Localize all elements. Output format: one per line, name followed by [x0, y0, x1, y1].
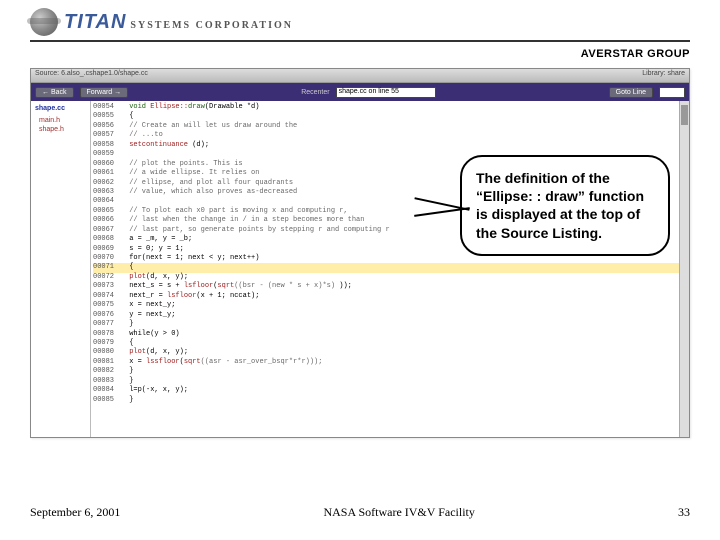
title-left: Source: 6.also_.cshape1.0/shape.cc	[35, 70, 148, 81]
brand-main: TITAN	[64, 11, 126, 34]
code-line: 00080 plot(d, x, y);	[93, 348, 687, 357]
code-line: 00078 while(y > 0)	[93, 330, 687, 339]
code-line: 00079 {	[93, 339, 687, 348]
goto-line-input[interactable]	[659, 87, 685, 98]
code-line: 00072 plot(d, x, y);	[93, 273, 687, 282]
code-line: 00071 {	[93, 263, 687, 272]
code-line: 00073 next_s = s + lsfloor(sqrt((bsr - (…	[93, 282, 687, 291]
page-number: 33	[678, 505, 690, 520]
scroll-thumb[interactable]	[681, 105, 688, 125]
source-listing: 00054 void Ellipse::draw(Drawable *d)000…	[91, 101, 689, 437]
code-line: 00054 void Ellipse::draw(Drawable *d)	[93, 103, 687, 112]
code-line: 00084 l=p(-x, x, y);	[93, 386, 687, 395]
brand-sub: SYSTEMS CORPORATION	[130, 20, 293, 31]
goto-line-button[interactable]: Goto Line	[609, 87, 653, 98]
title-right: Library: share	[642, 70, 685, 81]
file-tree-item[interactable]: shape.h	[39, 125, 86, 134]
code-line: 00075 x = next_y;	[93, 301, 687, 310]
recenter-label: Recenter	[301, 89, 329, 96]
window-titlebar: Source: 6.also_.cshape1.0/shape.cc Libra…	[31, 69, 689, 83]
code-line: 00055 {	[93, 112, 687, 121]
code-line: 00085 }	[93, 396, 687, 405]
file-tree-item[interactable]: main.h	[39, 116, 86, 125]
toolbar: ← Back Forward → Recenter shape.cc on li…	[31, 83, 689, 101]
code-line: 00057 // ...to	[93, 131, 687, 140]
file-tree-header[interactable]: shape.cc	[35, 105, 86, 112]
code-line: 00076 y = next_y;	[93, 311, 687, 320]
globe-icon	[30, 8, 58, 36]
code-line: 00082 }	[93, 367, 687, 376]
slide-header: TITAN SYSTEMS CORPORATION	[0, 0, 720, 40]
forward-button[interactable]: Forward →	[80, 87, 129, 98]
code-line: 00077 }	[93, 320, 687, 329]
file-tree: shape.cc main.h shape.h	[31, 101, 91, 437]
footer-center: NASA Software IV&V Facility	[323, 505, 474, 520]
recenter-input[interactable]: shape.cc on line 55	[336, 87, 436, 98]
code-line: 00083 }	[93, 377, 687, 386]
group-label: AVERSTAR GROUP	[0, 42, 720, 68]
code-line: 00058 setcontinuance (d);	[93, 141, 687, 150]
code-line: 00056 // Create an will let us draw arou…	[93, 122, 687, 131]
back-button[interactable]: ← Back	[35, 87, 74, 98]
code-line: 00081 x = lssfloor(sqrt((asr - asr_over_…	[93, 358, 687, 367]
logo: TITAN SYSTEMS CORPORATION	[30, 8, 293, 36]
callout-bubble: The definition of the “Ellipse: : draw” …	[460, 155, 670, 256]
scrollbar[interactable]	[679, 101, 689, 437]
slide-footer: September 6, 2001 NASA Software IV&V Fac…	[0, 505, 720, 520]
footer-date: September 6, 2001	[30, 505, 120, 520]
code-line: 00074 next_r = lsfloor(x + 1; nccat);	[93, 292, 687, 301]
